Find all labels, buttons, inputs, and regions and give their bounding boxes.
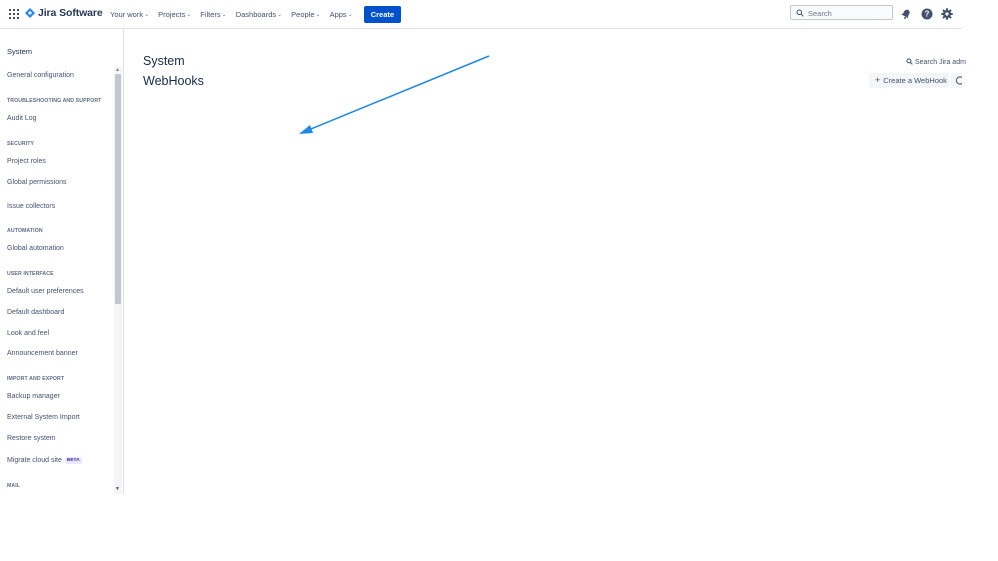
sidebar-item-issue-collectors[interactable]: Issue collectors [7,203,55,210]
search-input[interactable]: Search [790,5,893,20]
sidebar-section-automation: AUTOMATION [7,228,43,234]
nav-projects[interactable]: Projects ⌄ [158,10,191,19]
chevron-down-icon: ⌄ [315,11,321,18]
nav-dashboards[interactable]: Dashboards ⌄ [236,10,282,19]
sidebar-section-troubleshooting: TROUBLESHOOTING AND SUPPORT [7,98,102,104]
scroll-down-icon[interactable]: ▼ [115,486,120,492]
search-placeholder: Search [808,9,832,18]
search-jira-admin-link[interactable]: Search Jira adm [906,58,966,66]
sidebar-item-default-user-preferences[interactable]: Default user preferences [7,288,84,295]
help-button[interactable] [951,73,962,88]
search-admin-label: Search Jira adm [914,59,966,66]
chevron-down-icon: ⌄ [186,11,192,18]
chevron-down-icon: ⌄ [221,11,227,18]
sidebar-item-restore-system[interactable]: Restore system [7,435,56,442]
create-webhook-label: Create a WebHook [883,76,947,85]
nav-label: Dashboards [235,9,277,19]
jira-logo[interactable]: Jira Software [25,7,103,19]
page-section-title: System [143,54,185,68]
nav-label: Your work [110,9,144,19]
chevron-down-icon: ⌄ [347,11,353,18]
sidebar-item-migrate-cloud-site[interactable]: Migrate cloud site BETA [7,457,82,464]
sidebar-section-mail: MAIL [7,483,21,489]
create-button[interactable]: Create [363,5,402,23]
sidebar-item-backup-manager[interactable]: Backup manager [7,393,60,400]
jira-diamond-icon [25,8,35,18]
help-icon[interactable]: ? [921,8,933,20]
sidebar-item-announcement-banner[interactable]: Announcement banner [7,350,78,357]
sidebar-title: System [7,47,33,56]
search-icon [906,58,913,65]
notifications-icon[interactable] [900,8,912,20]
nav-your-work[interactable]: Your work ⌄ [110,10,149,19]
top-navigation-bar: Jira Software Your work ⌄ Projects ⌄ Filte… [0,0,962,29]
plus-icon: + [875,75,881,85]
nav-label: People [291,9,315,19]
primary-nav: Your work ⌄ Projects ⌄ Filters ⌄ Dashboards… [110,0,402,28]
sidebar-item-label: Migrate cloud site [7,457,62,464]
chevron-down-icon: ⌄ [144,11,150,18]
sidebar-item-global-automation[interactable]: Global automation [7,245,64,252]
page-title: WebHooks [143,74,204,88]
sidebar-section-user-interface: USER INTERFACE [7,271,54,277]
svg-text:?: ? [925,10,930,19]
nav-label: Filters [200,9,221,19]
logo-text: Jira Software [38,7,103,19]
search-icon [796,9,804,17]
sidebar-item-external-system-import[interactable]: External System Import [7,414,80,421]
nav-label: Projects [158,9,186,19]
admin-sidebar: System General configuration TROUBLESHOO… [0,29,124,494]
beta-badge: BETA [64,457,82,464]
sidebar-item-default-dashboard[interactable]: Default dashboard [7,309,64,316]
nav-filters[interactable]: Filters ⌄ [200,10,226,19]
sidebar-item-general-configuration[interactable]: General configuration [7,72,74,79]
sidebar-item-global-permissions[interactable]: Global permissions [7,179,67,186]
nav-people[interactable]: People ⌄ [291,10,320,19]
scroll-up-icon[interactable]: ▲ [115,67,120,73]
sidebar-scroll-thumb[interactable] [115,74,121,304]
nav-label: Apps [329,9,347,19]
help-icon [955,76,962,85]
sidebar-item-project-roles[interactable]: Project roles [7,158,46,165]
app-switcher-icon[interactable] [9,9,19,19]
create-webhook-button[interactable]: + Create a WebHook [869,73,949,88]
sidebar-item-look-and-feel[interactable]: Look and feel [7,330,49,337]
sidebar-section-security: SECURITY [7,141,35,147]
sidebar-section-import-export: IMPORT AND EXPORT [7,376,65,382]
nav-apps[interactable]: Apps ⌄ [330,10,353,19]
sidebar-item-audit-log[interactable]: Audit Log [7,115,37,122]
settings-icon[interactable] [941,8,953,20]
chevron-down-icon: ⌄ [277,11,283,18]
